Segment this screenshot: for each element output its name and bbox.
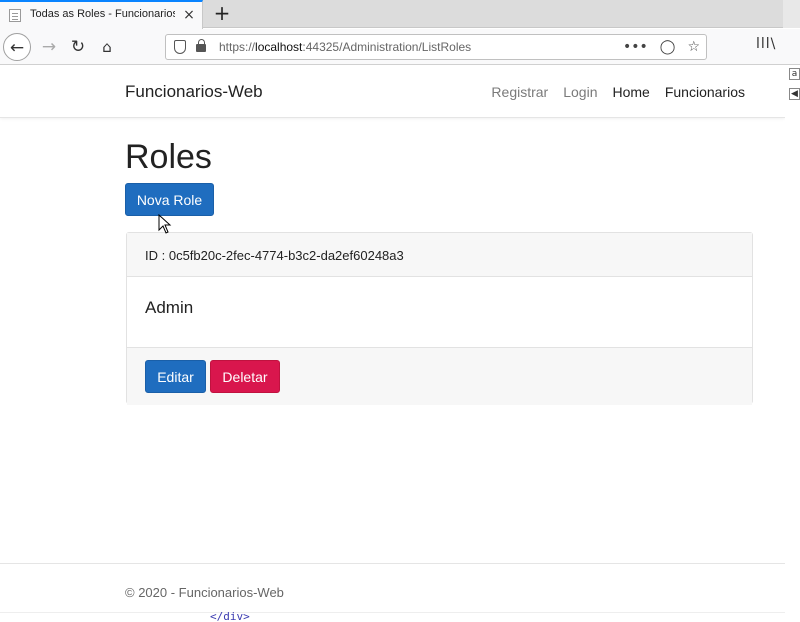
reload-icon[interactable]: ↻ [64,33,92,61]
tab-close-icon[interactable]: × [181,6,197,24]
nav-registrar[interactable]: Registrar [491,84,548,100]
background-code-text: </div> [210,610,250,622]
edit-role-button[interactable]: Editar [145,360,206,393]
new-role-button[interactable]: Nova Role [125,183,214,216]
bookmark-star-icon[interactable]: ☆ [687,37,700,57]
nav-home[interactable]: Home [612,84,649,100]
address-bar[interactable]: https://localhost:44325/Administration/L… [165,34,707,60]
side-panel-arrow-icon[interactable]: ◀ [789,88,800,100]
role-card: ID : 0c5fb20c-2fec-4774-b3c2-da2ef60248a… [126,232,753,405]
role-id: ID : 0c5fb20c-2fec-4774-b3c2-da2ef60248a… [145,248,404,263]
url-host: localhost [255,40,303,54]
nav-funcionarios[interactable]: Funcionarios [665,84,745,100]
url-text: https://localhost:44325/Administration/L… [219,40,471,54]
tab-strip: Todas as Roles - Funcionarios- × + [0,0,800,29]
url-prefix: https:// [219,40,256,54]
mouse-cursor-icon [158,214,172,234]
url-path: :44325/Administration/ListRoles [302,40,472,54]
home-icon[interactable]: ⌂ [93,33,121,61]
pocket-icon[interactable]: ◯ [660,37,676,57]
background-window-sliver [0,612,785,622]
delete-role-button[interactable]: Deletar [210,360,280,393]
tab-overflow-scrollbar[interactable] [783,0,800,28]
site-header: Funcionarios-Web Registrar Login Home Fu… [0,66,785,118]
tracking-shield-icon[interactable] [174,40,186,54]
page-favicon-icon [9,9,21,22]
role-card-header: ID : 0c5fb20c-2fec-4774-b3c2-da2ef60248a… [127,233,752,277]
nav-login[interactable]: Login [563,84,597,100]
side-panel-letter: a [789,68,800,80]
new-tab-icon[interactable]: + [211,2,233,24]
forward-arrow-icon[interactable]: → [35,33,63,61]
site-nav: Registrar Login Home Funcionarios [491,84,745,100]
role-card-footer: Editar Deletar [127,347,752,405]
library-icon[interactable]: lll\ [756,36,776,52]
page-title: Roles [125,138,212,176]
page-actions-icon[interactable]: ••• [623,37,648,57]
lock-icon[interactable] [196,39,206,52]
tab-title: Todas as Roles - Funcionarios- [30,8,175,20]
browser-tab[interactable]: Todas as Roles - Funcionarios- × [0,0,203,29]
site-brand[interactable]: Funcionarios-Web [125,82,263,102]
role-card-body: Admin [127,277,752,347]
page-viewport: Funcionarios-Web Registrar Login Home Fu… [0,66,785,622]
role-name: Admin [145,298,194,317]
footer-text: © 2020 - Funcionarios-Web [125,585,284,600]
browser-toolbar: ← → ↻ ⌂ https://localhost:44325/Administ… [0,29,800,65]
back-arrow-icon[interactable]: ← [3,33,31,61]
